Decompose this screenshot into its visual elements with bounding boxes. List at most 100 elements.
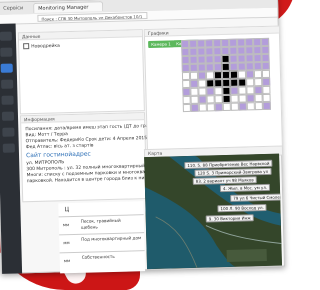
grid-cell[interactable] <box>245 54 254 63</box>
grid-cell[interactable] <box>190 87 199 96</box>
grid-cell[interactable] <box>181 71 191 81</box>
grid-cell[interactable] <box>190 79 199 88</box>
grid-cell[interactable] <box>181 47 190 57</box>
grid-cell[interactable] <box>245 70 255 79</box>
grid-cell[interactable] <box>198 95 207 104</box>
calendar-icon[interactable] <box>1 95 14 105</box>
grid-cell[interactable] <box>237 62 246 71</box>
grid-cell[interactable] <box>229 38 238 47</box>
grid-cell[interactable] <box>189 47 198 56</box>
grid-cell[interactable] <box>261 69 271 79</box>
grid-cell[interactable] <box>182 87 191 97</box>
grid-cell[interactable] <box>189 55 198 64</box>
menu-icon[interactable] <box>0 31 13 41</box>
grid-cell[interactable] <box>206 103 215 112</box>
grid-cell[interactable] <box>213 71 223 80</box>
grid-cell[interactable] <box>222 78 231 88</box>
grid-cell[interactable] <box>262 85 271 95</box>
grid-cell[interactable] <box>246 86 255 95</box>
grid-cell[interactable] <box>221 46 230 56</box>
grid-cell[interactable] <box>254 86 263 95</box>
grid-cell[interactable] <box>222 94 231 104</box>
map-marker-label[interactable]: 4. Жил. в Мос. ум ул. <box>219 183 271 193</box>
grid-cell[interactable] <box>206 79 215 88</box>
grid-cell[interactable] <box>253 46 262 55</box>
grid-cell[interactable] <box>205 55 214 64</box>
grid-cell[interactable] <box>230 86 239 95</box>
grid-cell[interactable] <box>230 102 239 111</box>
map-marker-label[interactable]: 79 ул 6 Чистый Смолев <box>230 193 282 202</box>
grid-cell[interactable] <box>262 101 271 110</box>
grid-cell[interactable] <box>189 39 198 48</box>
grid-cell[interactable] <box>206 95 215 104</box>
grid-cell[interactable] <box>254 102 263 111</box>
url-input[interactable]: Поиск : СПб 30 Митрополь ул Декабристов … <box>37 11 148 22</box>
grid-cell[interactable] <box>214 103 223 112</box>
grid-cell[interactable] <box>213 63 222 72</box>
grid-cell[interactable] <box>237 54 246 63</box>
grid-cell[interactable] <box>238 78 247 87</box>
grid-cell[interactable] <box>197 47 206 56</box>
settings-icon[interactable] <box>2 127 15 137</box>
grid-cell[interactable] <box>262 77 271 87</box>
grid-cell[interactable] <box>229 70 239 79</box>
users-icon[interactable] <box>2 143 15 153</box>
grid-cell[interactable] <box>254 94 263 103</box>
grid-cell[interactable] <box>189 63 198 72</box>
grid-cell[interactable] <box>237 38 246 47</box>
grid-cell[interactable] <box>222 86 231 96</box>
grid-cell[interactable] <box>237 46 246 55</box>
grid-cell[interactable] <box>205 47 214 56</box>
grid-cell[interactable] <box>261 37 270 47</box>
grid-cell[interactable] <box>181 63 190 73</box>
grid-cell[interactable] <box>198 103 207 112</box>
grid-cell[interactable] <box>261 45 270 55</box>
grid-cell[interactable] <box>182 103 191 113</box>
grid-cell[interactable] <box>213 55 222 64</box>
grid-cell[interactable] <box>245 62 254 71</box>
grid-cell[interactable] <box>205 71 215 80</box>
grid-cell[interactable] <box>221 38 230 48</box>
camera-1-button[interactable]: Камера 1 <box>148 40 174 48</box>
map-marker-label[interactable]: 9. 30 Виктория Инж <box>205 214 254 223</box>
grid-cell[interactable] <box>214 87 223 96</box>
grid-cell[interactable] <box>221 70 231 80</box>
chart-icon[interactable] <box>1 111 15 121</box>
grid-cell[interactable] <box>253 70 263 79</box>
grid-cell[interactable] <box>229 62 238 71</box>
satellite-map[interactable]: 110. 5. 88 Приобретение Вес Нарвской 120… <box>144 153 282 270</box>
grid-cell[interactable] <box>246 102 255 111</box>
grid-cell[interactable] <box>214 95 223 104</box>
grid-cell[interactable] <box>238 94 247 103</box>
grid-cell[interactable] <box>230 78 239 87</box>
grid-cell[interactable] <box>230 94 239 103</box>
grid-cell[interactable] <box>197 63 206 72</box>
grid-cell[interactable] <box>181 55 190 65</box>
dashboard-icon[interactable] <box>0 47 13 57</box>
grid-cell[interactable] <box>181 39 190 49</box>
grid-cell[interactable] <box>189 71 199 80</box>
map-marker-label[interactable]: 100 Л. 90 Восход ул. <box>217 203 267 213</box>
grid-cell[interactable] <box>262 93 271 103</box>
grid-cell[interactable] <box>253 62 262 71</box>
list-icon[interactable] <box>1 79 14 89</box>
grid-cell[interactable] <box>245 38 254 47</box>
grid-cell[interactable] <box>238 86 247 95</box>
grid-cell[interactable] <box>182 95 191 105</box>
grid-cell[interactable] <box>254 78 263 87</box>
grid-cell[interactable] <box>221 54 230 64</box>
grid-cell[interactable] <box>213 47 222 56</box>
grid-cell[interactable] <box>198 79 207 88</box>
grid-cell[interactable] <box>190 95 199 104</box>
grid-cell[interactable] <box>205 39 214 48</box>
grid-cell[interactable] <box>197 39 206 48</box>
device-title[interactable]: Новодрейка <box>23 42 60 50</box>
grid-cell[interactable] <box>198 87 207 96</box>
grid-cell[interactable] <box>245 46 254 55</box>
grid-cell[interactable] <box>253 38 262 47</box>
grid-cell[interactable] <box>229 54 238 63</box>
grid-cell[interactable] <box>261 53 270 63</box>
browser-tab[interactable]: Monitoring Manager <box>33 1 104 13</box>
grid-cell[interactable] <box>214 79 223 88</box>
grid-cell[interactable] <box>197 71 207 80</box>
